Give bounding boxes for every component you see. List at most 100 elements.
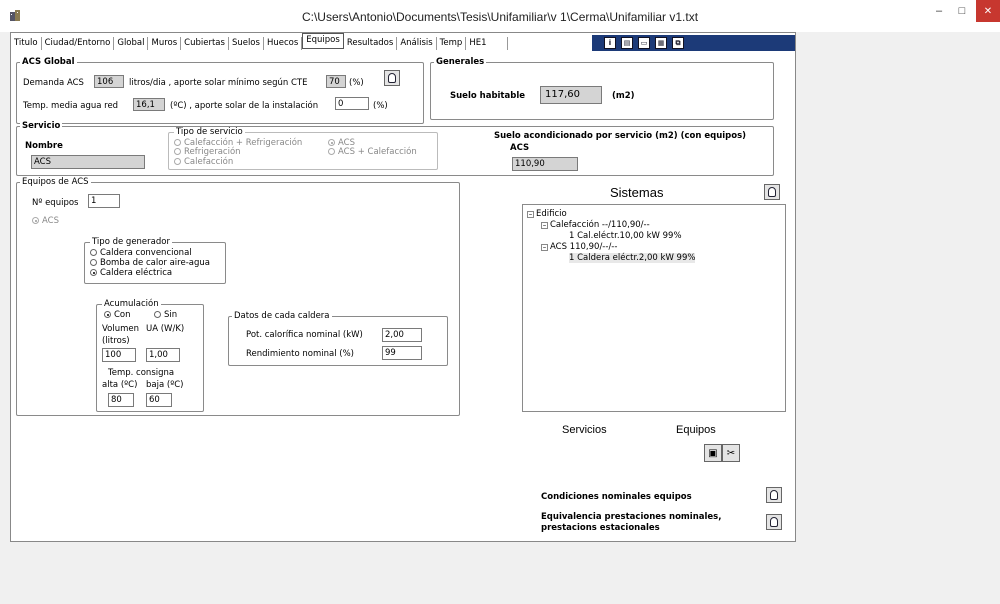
baja-field[interactable]: 60 (146, 393, 172, 407)
pot-calorifica-field[interactable]: 2,00 (382, 328, 422, 342)
radio-circle (90, 269, 97, 276)
radio-circle (104, 311, 111, 318)
tab-titulo[interactable]: Titulo (11, 37, 42, 50)
radio-circle (174, 148, 181, 155)
document-icon[interactable]: ▤ (621, 37, 633, 49)
aporte-instalacion-unit: (%) (373, 101, 388, 111)
radio-circle (328, 139, 335, 146)
collapse-icon[interactable]: – (541, 244, 548, 251)
tab-global[interactable]: Global (114, 37, 149, 50)
acumulacion-title: Acumulación (102, 299, 161, 309)
tab-suelos[interactable]: Suelos (229, 37, 264, 50)
radio-refrigeracion[interactable]: Refrigeración (174, 147, 241, 157)
tree-node-cal-electrica[interactable]: 1 Cal.eléctr.10,00 kW 99% (569, 231, 682, 241)
sistemas-tree[interactable]: – Edificio – Calefacción --/110,90/-- 1 Ca… (522, 204, 786, 412)
condiciones-nominales-label: Condiciones nominales equipos (541, 492, 692, 502)
suelo-habitable-label: Suelo habitable (450, 91, 525, 101)
suelo-habitable-field: 117,60 (540, 86, 602, 104)
sistemas-help-button[interactable] (764, 184, 780, 200)
suelo-habitable-unit: (m2) (612, 91, 635, 101)
suelo-acondicionado-sub: ACS (510, 143, 530, 153)
baja-label: baja (ºC) (146, 380, 184, 390)
equipos-acs-title: Equipos de ACS (20, 177, 91, 187)
alta-label: alta (ºC) (102, 380, 138, 390)
radio-acum-con[interactable]: Con (104, 310, 131, 320)
radio-acs-calefaccion[interactable]: ACS + Calefacción (328, 147, 417, 157)
datos-caldera-title: Datos de cada caldera (232, 311, 332, 321)
tab-cubiertas[interactable]: Cubiertas (181, 37, 229, 50)
maximize-button[interactable]: □ (950, 0, 974, 22)
save-icon[interactable]: ▦ (655, 37, 667, 49)
tab-he1[interactable]: HE1 (466, 37, 508, 50)
tipo-generador-title: Tipo de generador (90, 237, 172, 247)
tree-node-caldera-electrica[interactable]: 1 Caldera eléctr.2,00 kW 99% (569, 253, 696, 263)
tab-equipos[interactable]: Equipos (302, 33, 344, 49)
radio-circle (174, 158, 181, 165)
minimize-button[interactable]: – (928, 0, 950, 22)
equipos-label: Equipos (676, 424, 716, 436)
condiciones-help-button[interactable] (766, 487, 782, 503)
tab-temp[interactable]: Temp (437, 37, 467, 50)
tree-node-edificio[interactable]: – Edificio (527, 209, 567, 219)
ua-field[interactable]: 1,00 (146, 348, 180, 362)
acs-help-button[interactable] (384, 70, 400, 86)
equipos-acs-group (16, 182, 460, 416)
demanda-acs-text: litros/dia , aporte solar mínimo según C… (129, 78, 308, 88)
radio-caldera-convencional[interactable]: Caldera convencional (90, 248, 192, 258)
lightbulb-icon (768, 187, 776, 197)
toolbar: i ▤ ▭ ▦ ⧉ (592, 35, 795, 51)
info-icon[interactable]: i (604, 37, 616, 49)
tools-icon: ✂ (726, 447, 736, 459)
copy-icon[interactable]: ⧉ (672, 37, 684, 49)
tab-analisis[interactable]: Análisis (397, 37, 437, 50)
lightbulb-icon (770, 490, 778, 500)
pot-calorifica-label: Pot. calorífica nominal (kW) (246, 330, 363, 340)
tab-huecos[interactable]: Huecos (264, 37, 303, 50)
aporte-minimo-field: 70 (326, 75, 346, 88)
rendimiento-field[interactable]: 99 (382, 346, 422, 360)
radio-circle (328, 148, 335, 155)
close-button[interactable]: ✕ (976, 0, 1000, 22)
aporte-minimo-unit: (%) (349, 78, 364, 88)
radio-circle (154, 311, 161, 318)
equivalencia-label: Equivalencia prestaciones nominales, pre… (541, 512, 722, 533)
tab-bar: Titulo Ciudad/Entorno Global Muros Cubie… (11, 33, 508, 50)
tab-resultados[interactable]: Resultados (344, 37, 398, 50)
radio-circle (90, 259, 97, 266)
acs-global-title: ACS Global (20, 57, 77, 67)
collapse-icon[interactable]: – (541, 222, 548, 229)
add-icon: ▣ (708, 447, 718, 459)
window-icon[interactable]: ▭ (638, 37, 650, 49)
tab-muros[interactable]: Muros (148, 37, 182, 50)
radio-circle (90, 249, 97, 256)
temp-agua-red-label: Temp. media agua red (23, 101, 119, 111)
suelo-acondicionado-field: 110,90 (512, 157, 578, 171)
radio-acum-sin[interactable]: Sin (154, 310, 177, 320)
radio-calefaccion[interactable]: Calefacción (174, 157, 233, 167)
tree-node-calefaccion[interactable]: – Calefacción --/110,90/-- (541, 220, 650, 230)
volumen-label: Volumen (102, 324, 140, 334)
demanda-acs-field: 106 (94, 75, 124, 88)
servicio-title: Servicio (20, 121, 63, 131)
temp-agua-red-field: 16,1 (133, 98, 165, 111)
rendimiento-label: Rendimiento nominal (%) (246, 349, 354, 359)
equivalencia-help-button[interactable] (766, 514, 782, 530)
num-equipos-field[interactable]: 1 (88, 194, 120, 208)
tab-ciudad-entorno[interactable]: Ciudad/Entorno (42, 37, 115, 50)
window-title: C:\Users\Antonio\Documents\Tesis\Unifami… (301, 10, 699, 24)
suelo-acondicionado-label: Suelo acondicionado por servicio (m2) (c… (494, 131, 747, 141)
demanda-acs-label: Demanda ACS (23, 78, 84, 88)
add-equipo-button[interactable]: ▣ (704, 444, 722, 462)
radio-equipo-acs[interactable]: ACS (32, 216, 59, 226)
volumen-field[interactable]: 100 (102, 348, 136, 362)
alta-field[interactable]: 80 (108, 393, 134, 407)
radio-caldera-electrica[interactable]: Caldera eléctrica (90, 268, 172, 278)
volumen-units: (litros) (102, 336, 130, 346)
acs-global-group (16, 62, 424, 124)
edit-equipo-button[interactable]: ✂ (722, 444, 740, 462)
lightbulb-icon (388, 73, 396, 83)
tree-node-acs[interactable]: – ACS 110,90/--/-- (541, 242, 617, 252)
aporte-instalacion-field[interactable]: 0 (335, 97, 369, 110)
radio-bomba-calor[interactable]: Bomba de calor aire-agua (90, 258, 210, 268)
collapse-icon[interactable]: – (527, 211, 534, 218)
